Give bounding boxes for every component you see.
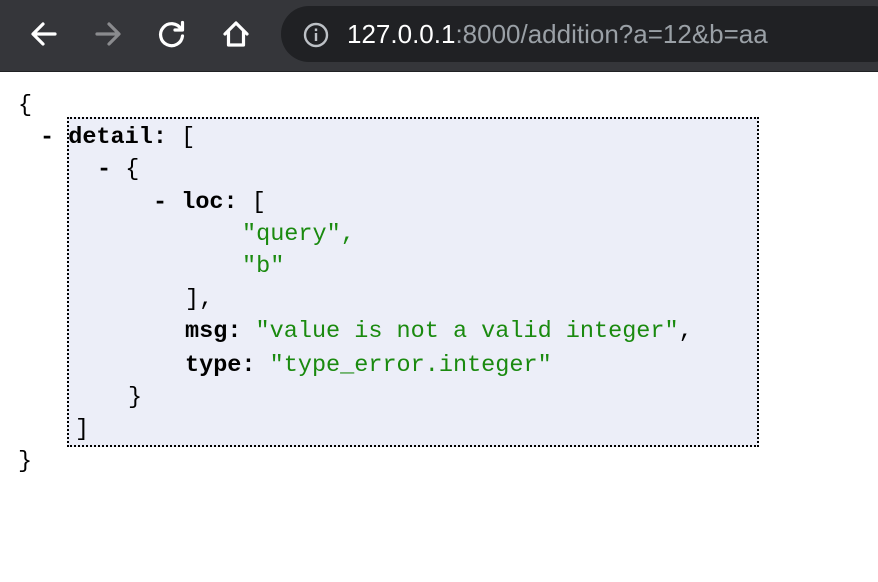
loc-open-bracket: [: [251, 189, 266, 216]
msg-key: msg: [185, 318, 228, 345]
detail-open-bracket: [: [181, 124, 196, 151]
collapse-loc-toggle[interactable]: -: [153, 189, 167, 216]
loc-key: loc: [181, 189, 224, 216]
type-row: type: "type_error.integer": [185, 350, 552, 382]
url-host: 127.0.0.1: [347, 19, 456, 49]
loc-value-b: "b": [242, 253, 285, 280]
loc-close-bracket: ],: [185, 286, 214, 313]
msg-row: msg: "value is not a valid integer",: [185, 316, 693, 348]
loc-row: - loc: [: [153, 187, 266, 219]
detail-colon: :: [152, 124, 167, 151]
item-open-brace: {: [125, 156, 140, 183]
msg-comma: ,: [678, 318, 693, 345]
browser-toolbar: 127.0.0.1:8000/addition?a=12&b=aa: [0, 0, 878, 72]
msg-value: "value is not a valid integer": [255, 318, 679, 345]
arrow-left-icon: [31, 22, 57, 46]
json-viewer: { - detail: [ - { - loc: [ "query", "b" …: [0, 72, 878, 582]
address-bar[interactable]: 127.0.0.1:8000/addition?a=12&b=aa: [281, 6, 878, 62]
root-close-brace: }: [18, 448, 33, 475]
item-close-brace: }: [128, 384, 143, 411]
reload-icon: [159, 20, 185, 48]
collapse-detail-toggle[interactable]: -: [40, 124, 54, 151]
info-icon[interactable]: [303, 22, 329, 48]
type-key: type: [185, 352, 242, 379]
loc-value-query: "query",: [242, 221, 355, 248]
reload-button[interactable]: [152, 14, 192, 54]
url-text[interactable]: 127.0.0.1:8000/addition?a=12&b=aa: [347, 18, 768, 50]
root-open-brace: {: [18, 92, 33, 119]
arrow-right-icon: [95, 22, 121, 46]
detail-row: - detail: [: [40, 122, 195, 154]
type-value: "type_error.integer": [269, 352, 552, 379]
url-path: :8000/addition?a=12&b=aa: [455, 19, 768, 49]
detail-close-bracket: ]: [75, 416, 90, 443]
item-row: - {: [97, 154, 139, 186]
msg-colon: :: [227, 318, 242, 345]
back-button[interactable]: [24, 14, 64, 54]
home-icon: [223, 21, 249, 47]
collapse-item-toggle[interactable]: -: [97, 156, 111, 183]
forward-button[interactable]: [88, 14, 128, 54]
detail-key: detail: [68, 124, 153, 151]
home-button[interactable]: [216, 14, 256, 54]
type-colon: :: [241, 352, 256, 379]
loc-colon: :: [223, 189, 238, 216]
detail-highlight: [67, 117, 759, 447]
